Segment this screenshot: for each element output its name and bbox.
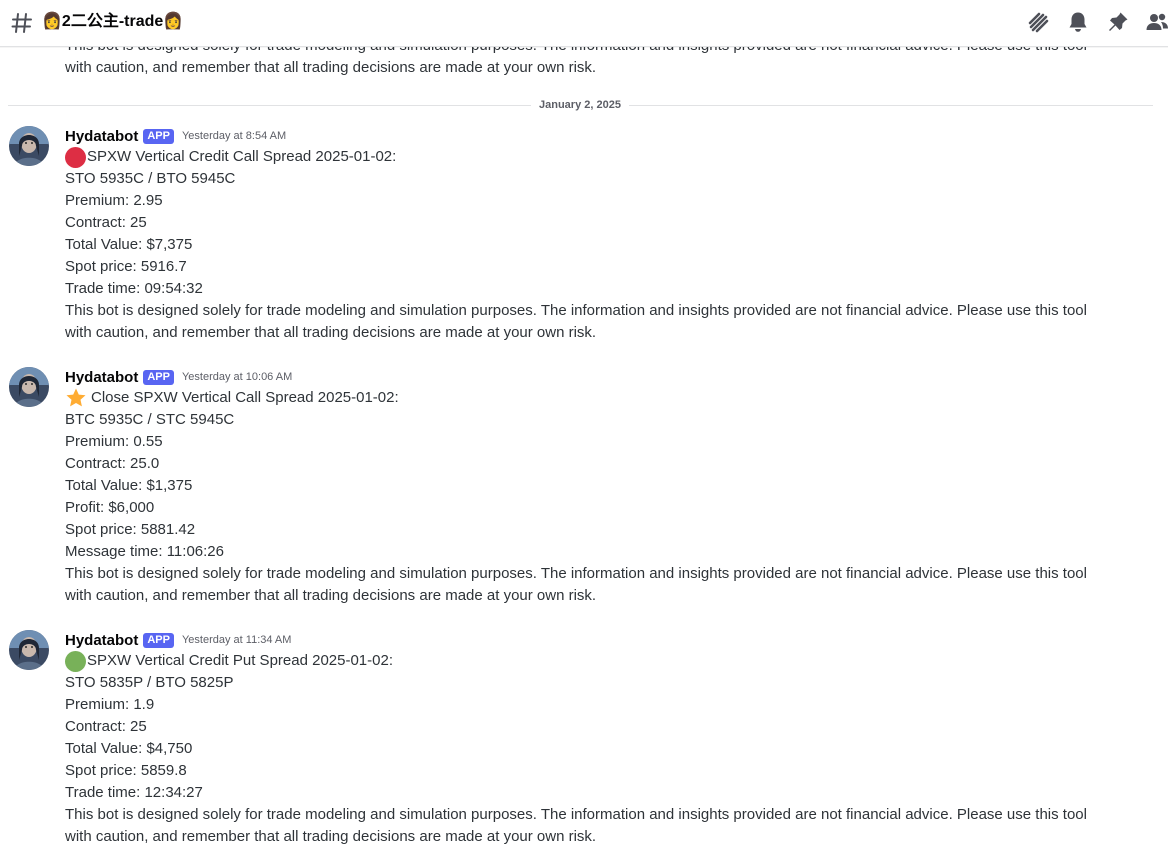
username[interactable]: Hydatabot [65, 128, 138, 145]
message-line: Spot price: 5881.42 [65, 521, 196, 538]
timestamp[interactable]: Yesterday at 11:34 AM [182, 634, 291, 646]
header-toolbar [1010, 10, 1168, 34]
message-line: Premium: 1.9 [65, 696, 155, 713]
message-line: Total Value: $7,375 [65, 236, 193, 253]
disclaimer-text: This bot is designed solely for trade mo… [65, 565, 1087, 604]
bell-icon[interactable] [1066, 10, 1090, 34]
red-circle-icon [65, 146, 86, 168]
channel-header: 👩2二公主-trade👩 [0, 0, 1168, 47]
message-line: Trade time: 09:54:32 [65, 280, 203, 297]
message-line: Total Value: $4,750 [65, 740, 193, 757]
message-list[interactable]: This bot is designed solely for trade mo… [0, 37, 1168, 863]
text-channel-icon [10, 11, 34, 35]
message-header: Hydatabot APP Yesterday at 8:54 AM [65, 126, 286, 146]
message-line: Profit: $6,000 [65, 499, 155, 516]
message-line: Premium: 2.95 [65, 192, 163, 209]
message-line: Message time: 11:06:26 [65, 543, 224, 560]
message-title: SPXW Vertical Credit Call Spread 2025-01… [87, 148, 397, 165]
date-divider-label: January 2, 2025 [531, 98, 629, 112]
green-circle-icon [65, 650, 86, 672]
message-line: Spot price: 5916.7 [65, 258, 187, 275]
message-content: SPXW Vertical Credit Call Spread 2025-01… [65, 146, 1105, 344]
message-line: BTC 5935C / STC 5945C [65, 411, 235, 428]
message-line: Premium: 0.55 [65, 433, 163, 450]
message-line: STO 5835P / BTO 5825P [65, 674, 234, 691]
message-header: Hydatabot APP Yesterday at 11:34 AM [65, 630, 291, 650]
timestamp[interactable]: Yesterday at 8:54 AM [182, 130, 286, 142]
timestamp[interactable]: Yesterday at 10:06 AM [182, 371, 292, 383]
username[interactable]: Hydatabot [65, 369, 138, 386]
message-title-line: Close SPXW Vertical Call Spread 2025-01-… [65, 387, 1105, 409]
message-title: SPXW Vertical Credit Put Spread 2025-01-… [87, 652, 393, 669]
message-line: Contract: 25 [65, 214, 147, 231]
threads-icon[interactable] [1026, 10, 1050, 34]
pin-icon[interactable] [1106, 10, 1130, 34]
message-title-line: SPXW Vertical Credit Call Spread 2025-01… [65, 146, 1105, 168]
message-line: Spot price: 5859.8 [65, 762, 187, 779]
channel-name: 👩2二公主-trade👩 [42, 13, 184, 30]
message-line: Trade time: 12:34:27 [65, 784, 203, 801]
username[interactable]: Hydatabot [65, 632, 138, 649]
avatar[interactable] [9, 630, 49, 670]
app-badge: APP [143, 369, 174, 385]
message-line: Contract: 25 [65, 718, 147, 735]
chat-window: 👩2二公主-trade👩 with caution, and remember … [0, 0, 1168, 863]
message-title-line: SPXW Vertical Credit Put Spread 2025-01-… [65, 650, 1105, 672]
app-badge: APP [143, 128, 174, 144]
message-content: Close SPXW Vertical Call Spread 2025-01-… [65, 387, 1105, 607]
message-title: Close SPXW Vertical Call Spread 2025-01-… [91, 389, 399, 406]
avatar[interactable] [9, 126, 49, 166]
message-line: Total Value: $1,375 [65, 477, 193, 494]
message-header: Hydatabot APP Yesterday at 10:06 AM [65, 367, 292, 387]
message-content: SPXW Vertical Credit Put Spread 2025-01-… [65, 650, 1105, 848]
message-line: STO 5935C / BTO 5945C [65, 170, 236, 187]
avatar[interactable] [9, 367, 49, 407]
disclaimer-text: This bot is designed solely for trade mo… [65, 302, 1087, 341]
star-icon [65, 387, 87, 409]
members-icon[interactable] [1146, 10, 1168, 34]
message-line: Contract: 25.0 [65, 455, 160, 472]
disclaimer-text: This bot is designed solely for trade mo… [65, 806, 1087, 845]
app-badge: APP [143, 632, 174, 648]
